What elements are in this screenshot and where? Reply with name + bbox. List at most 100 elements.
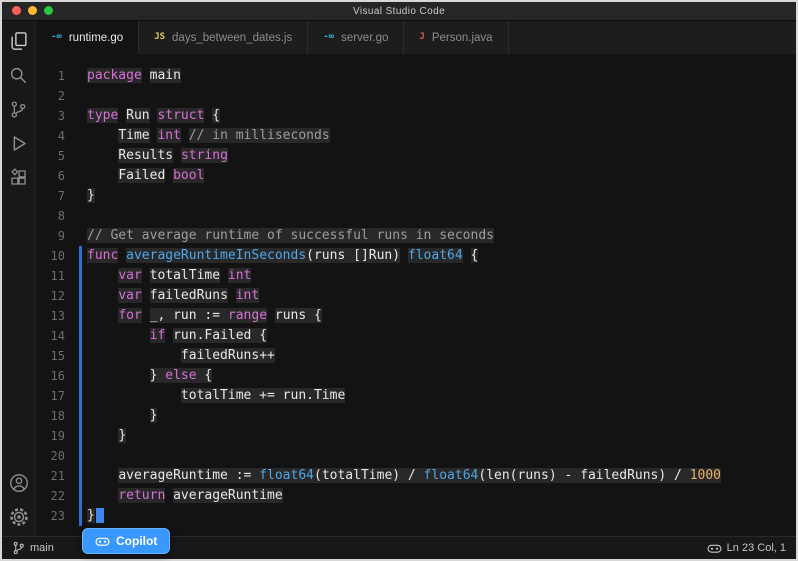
branch-indicator[interactable]: main (12, 537, 54, 559)
line-number[interactable]: 19 (36, 426, 65, 446)
code-token (87, 428, 118, 443)
copilot-button[interactable]: Copilot (82, 528, 170, 554)
code-token: // in milliseconds (189, 128, 330, 143)
code-token: else (165, 368, 196, 383)
zoom-window-button[interactable] (44, 6, 53, 15)
code-token (463, 248, 471, 263)
code-line-14[interactable]: if run.Failed { (87, 326, 796, 346)
code-line-17[interactable]: totalTime += run.Time (87, 386, 796, 406)
line-number[interactable]: 14 (36, 326, 65, 346)
code-token (173, 148, 181, 163)
code-token (87, 328, 150, 343)
code-line-23[interactable]: } (87, 506, 796, 526)
code-line-6[interactable]: Failed bool (87, 166, 796, 186)
line-number[interactable]: 15 (36, 346, 65, 366)
code-token (87, 348, 181, 363)
title-bar: Visual Studio Code (2, 2, 796, 21)
run-debug-icon[interactable] (8, 132, 30, 154)
line-number[interactable]: 7 (36, 186, 65, 206)
code-token: run.Failed { (173, 328, 267, 343)
extensions-icon[interactable] (8, 166, 30, 188)
code-token (165, 488, 173, 503)
close-window-button[interactable] (12, 6, 21, 15)
line-number[interactable]: 9 (36, 226, 65, 246)
line-number[interactable]: 16 (36, 366, 65, 386)
line-number[interactable]: 12 (36, 286, 65, 306)
code-line-18[interactable]: } (87, 406, 796, 426)
tab-label: server.go (341, 32, 388, 44)
line-number[interactable]: 2 (36, 86, 65, 106)
tab-server.go[interactable]: -∞server.go (308, 21, 404, 54)
vscode-window: Visual Studio Code (0, 0, 798, 561)
code-line-9[interactable]: // Get average runtime of successful run… (87, 226, 796, 246)
java-file-icon: J (419, 33, 424, 42)
code-token: totalTime += run.Time (181, 388, 345, 403)
code-line-19[interactable]: } (87, 426, 796, 446)
code-line-3[interactable]: type Run struct { (87, 106, 796, 126)
code-token: // Get average runtime of successful run… (87, 228, 494, 243)
code-line-11[interactable]: var totalTime int (87, 266, 796, 286)
code-token (87, 408, 150, 423)
tab-days_between_dates.js[interactable]: JSdays_between_dates.js (139, 21, 308, 54)
copilot-icon (95, 536, 110, 547)
code-line-20[interactable] (87, 446, 796, 466)
code-token (228, 288, 236, 303)
line-number[interactable]: 22 (36, 486, 65, 506)
code-token (87, 468, 118, 483)
code-line-7[interactable]: } (87, 186, 796, 206)
tab-label: Person.java (432, 32, 493, 44)
gutter: 1234567891011121314151617181920212223 (36, 66, 78, 536)
code-line-4[interactable]: Time int // in milliseconds (87, 126, 796, 146)
line-number[interactable]: 5 (36, 146, 65, 166)
code-token: bool (173, 168, 204, 183)
line-number[interactable]: 23 (36, 506, 65, 526)
line-number[interactable]: 20 (36, 446, 65, 466)
code-line-13[interactable]: for _, run := range runs { (87, 306, 796, 326)
code-token: float64 (259, 468, 314, 483)
code-token (118, 108, 126, 123)
code-token (165, 328, 173, 343)
code-line-15[interactable]: failedRuns++ (87, 346, 796, 366)
code-line-8[interactable] (87, 206, 796, 226)
code-line-5[interactable]: Results string (87, 146, 796, 166)
active-indent-guide (79, 246, 82, 526)
cursor-position-indicator[interactable]: Ln 23 Col, 1 (707, 537, 786, 559)
explorer-icon[interactable] (8, 30, 30, 52)
code-token (220, 268, 228, 283)
code-line-21[interactable]: averageRuntime := float64(totalTime) / f… (87, 466, 796, 486)
line-number[interactable]: 18 (36, 406, 65, 426)
code-line-12[interactable]: var failedRuns int (87, 286, 796, 306)
line-number[interactable]: 11 (36, 266, 65, 286)
code-line-16[interactable]: } else { (87, 366, 796, 386)
tab-label: runtime.go (69, 32, 123, 44)
code-token: type (87, 108, 118, 123)
code-token: _, run := (150, 308, 228, 323)
code-line-2[interactable] (87, 86, 796, 106)
account-icon[interactable] (8, 472, 30, 494)
line-number[interactable]: 13 (36, 306, 65, 326)
code-line-1[interactable]: package main (87, 66, 796, 86)
line-number[interactable]: 21 (36, 466, 65, 486)
code-token: 1000 (690, 468, 721, 483)
code-token: Failed (118, 168, 165, 183)
settings-gear-icon[interactable] (8, 506, 30, 528)
code-token: var (118, 288, 141, 303)
editor[interactable]: 1234567891011121314151617181920212223 pa… (36, 54, 796, 536)
code-area[interactable]: package main type Run struct { Time int /… (78, 66, 796, 536)
code-line-10[interactable]: func averageRuntimeInSeconds(runs []Run)… (87, 246, 796, 266)
source-control-icon[interactable] (8, 98, 30, 120)
line-number[interactable]: 4 (36, 126, 65, 146)
tab-runtime.go[interactable]: -∞runtime.go (36, 21, 139, 54)
line-number[interactable]: 17 (36, 386, 65, 406)
code-line-22[interactable]: return averageRuntime (87, 486, 796, 506)
line-number[interactable]: 8 (36, 206, 65, 226)
line-number[interactable]: 6 (36, 166, 65, 186)
line-number[interactable]: 3 (36, 106, 65, 126)
search-icon[interactable] (8, 64, 30, 86)
code-token: func (87, 248, 118, 263)
line-number[interactable]: 1 (36, 66, 65, 86)
minimize-window-button[interactable] (28, 6, 37, 15)
tab-Person.java[interactable]: J Person.java (404, 21, 508, 54)
line-number[interactable]: 10 (36, 246, 65, 266)
code-token: int (236, 288, 259, 303)
